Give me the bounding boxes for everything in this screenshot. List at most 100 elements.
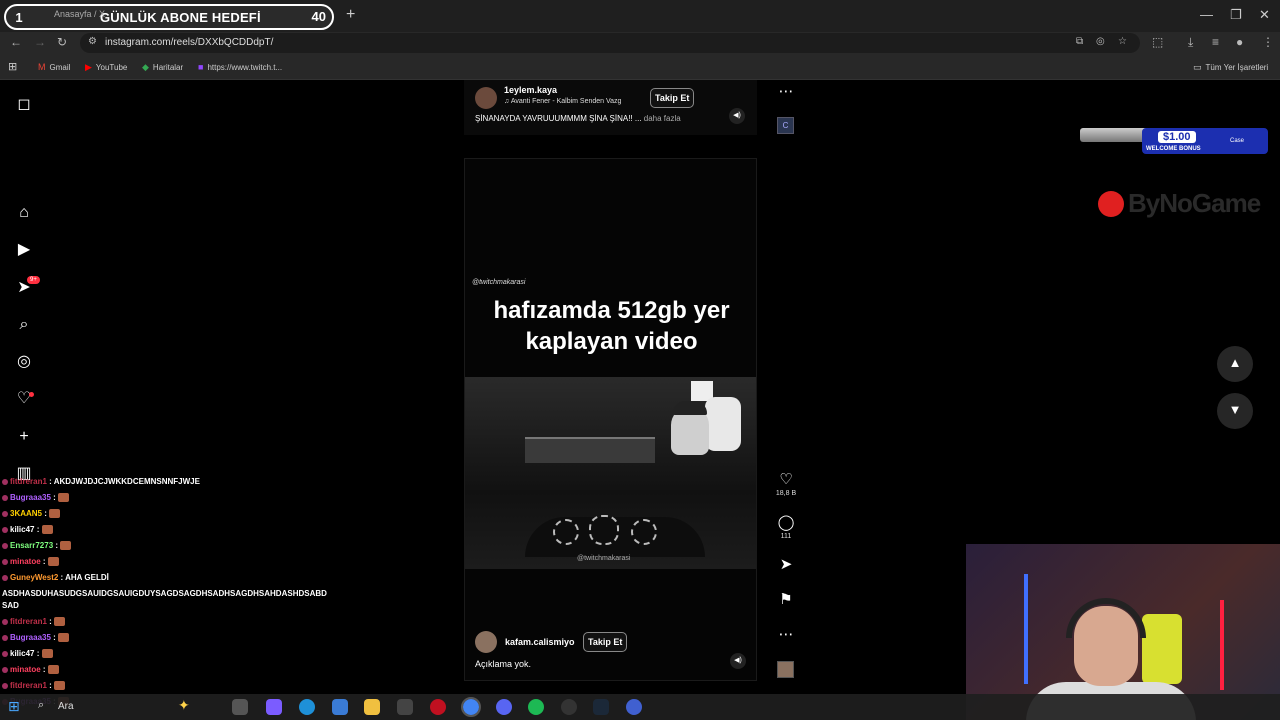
eye-off-icon[interactable]: ◎ (1096, 36, 1105, 47)
all-bookmarks[interactable]: ▭ Tüm Yer İşaretleri (1193, 62, 1268, 73)
chat-separator: : (53, 541, 61, 550)
spotify-icon[interactable] (528, 699, 544, 715)
bookmark-maps[interactable]: ◆ Haritalar (142, 62, 183, 73)
chat-username[interactable]: minatoe (10, 557, 41, 566)
url-text[interactable]: instagram.com/reels/DXXbQCDDdpT/ (105, 37, 273, 48)
chat-username[interactable]: minatoe (10, 665, 41, 674)
restore-icon[interactable]: ❐ (1230, 7, 1242, 23)
prev-reel-username[interactable]: 1eylem.kaya (504, 85, 557, 95)
more-options-icon[interactable]: ⋯ (774, 626, 798, 644)
chat-separator: : (40, 557, 48, 566)
avatar[interactable] (475, 87, 497, 109)
chat-username[interactable]: fitdreran1 (10, 681, 47, 690)
chat-username[interactable]: 3KAAN5 (10, 509, 42, 518)
bookmark-youtube[interactable]: ▶ YouTube (85, 62, 127, 73)
discord-icon[interactable] (496, 699, 512, 715)
close-icon[interactable]: ✕ (1259, 7, 1270, 23)
chat-username[interactable]: Bugraaa35 (10, 493, 51, 502)
new-tab-button[interactable]: + (346, 6, 355, 24)
chat-badge-icon (2, 618, 8, 625)
star-icon[interactable]: ☆ (1118, 36, 1127, 47)
create-icon[interactable]: + (14, 427, 34, 447)
like-button[interactable]: ♡ 18,8 B (774, 471, 798, 497)
opera-icon[interactable] (430, 699, 446, 715)
follow-button[interactable]: Takip Et (650, 88, 695, 108)
screen-cast-icon[interactable]: ⧉ (1076, 36, 1083, 47)
instagram-icon[interactable]: ◻ (14, 95, 34, 115)
twitch-icon: ■ (198, 62, 204, 72)
more-options-icon[interactable]: ⋯ (774, 83, 798, 101)
follow-button[interactable]: Takip Et (583, 632, 628, 652)
taskbar-search[interactable]: Ara (58, 701, 74, 712)
minimize-icon[interactable]: — (1200, 7, 1213, 22)
mail-icon[interactable] (332, 699, 348, 715)
file-explorer-icon[interactable] (364, 699, 380, 715)
chat-text: AKDJWJDJCJWKKDCEMNSNNFJWJE (53, 477, 200, 486)
tab-bar: 1 Anasayfa / X GÜNLÜK ABONE HEDEFİ 40 + … (0, 0, 1280, 32)
save-button[interactable]: ⚑ (774, 591, 798, 609)
home-icon[interactable]: ⌂ (14, 203, 34, 223)
chat-username[interactable]: fitdreran1 (10, 477, 47, 486)
chat-username[interactable]: GuneyWest2 (10, 573, 58, 582)
avatar[interactable] (475, 631, 497, 653)
comment-button[interactable]: ◯ 111 (774, 514, 798, 540)
bonus-text: WELCOME BONUS (1146, 146, 1201, 152)
search-icon[interactable]: ⌕ (14, 315, 34, 335)
task-view-icon[interactable] (232, 699, 248, 715)
speaker-icon[interactable]: ◀) (730, 653, 746, 669)
xbox-icon[interactable] (397, 699, 413, 715)
chat-message: GuneyWest2 : AHA GELDİ (2, 570, 332, 586)
reels-icon[interactable]: ▶ (14, 240, 34, 260)
copilot-icon[interactable] (266, 699, 282, 715)
windows-start-icon[interactable]: ⊞ (8, 699, 22, 713)
widgets-icon[interactable]: ✦ (178, 697, 190, 714)
extensions-icon[interactable]: ⬚ (1152, 35, 1163, 49)
chat-username[interactable]: fitdreran1 (10, 617, 47, 626)
previous-reel-button[interactable]: ▲ (1217, 346, 1253, 382)
reel-video[interactable]: @twitchmakarasi hafızamda 512gb yer kapl… (464, 158, 757, 681)
back-icon[interactable]: ← (10, 35, 22, 49)
chat-message: ASDHASDUHASUDGSAUIDGSAUIGDUYSAGDSAGDHSAD… (2, 586, 332, 614)
menu-icon[interactable]: ⋮ (1262, 35, 1274, 49)
explore-icon[interactable]: ◎ (14, 352, 34, 372)
chrome-icon[interactable] (461, 697, 481, 717)
chat-separator: : (34, 649, 42, 658)
download-icon[interactable]: ⤓ (1188, 35, 1193, 50)
chat-username[interactable]: Ensarr7273 (10, 541, 53, 550)
media-icon[interactable]: ≡ (1212, 35, 1219, 49)
sponsor-logo: ByNoGame (1098, 188, 1261, 219)
chat-text: ASDHASDUHASUDGSAUIDGSAUIGDUYSAGDSAGDHSAD… (2, 589, 327, 610)
next-reel-button[interactable]: ▼ (1217, 393, 1253, 429)
reel-overlay-text: hafızamda 512gb yer kaplayan video (493, 297, 730, 355)
url-bar[interactable]: ⚙ instagram.com/reels/DXXbQCDDdpT/ ⧉ ◎ ☆ (80, 33, 1140, 53)
reload-icon[interactable]: ↻ (57, 35, 67, 49)
bookmark-gmail[interactable]: M Gmail (38, 62, 70, 72)
chat-username[interactable]: Bugraaa35 (10, 633, 51, 642)
chat-username[interactable]: kilic47 (10, 649, 34, 658)
emote-icon (49, 509, 61, 519)
audio-thumbnail[interactable] (777, 661, 794, 678)
chat-username[interactable]: kilic47 (10, 525, 34, 534)
prev-reel-song[interactable]: ♫ Avanti Fener - Kalbim Senden Vazg (504, 98, 621, 105)
search-icon[interactable]: ⌕ (38, 699, 44, 712)
taskbar: ⊞ ⌕ Ara ✦ (0, 694, 1280, 720)
steam-icon[interactable] (593, 699, 609, 715)
site-info-icon[interactable]: ⚙ (88, 36, 97, 47)
speaker-icon[interactable]: ◀) (729, 108, 745, 124)
activity-dot (29, 392, 34, 397)
chat-badge-icon (2, 510, 8, 517)
apps-icon[interactable]: ⊞ (8, 60, 17, 73)
chat-separator: : (46, 477, 54, 486)
tab-title[interactable]: Anasayfa / X (54, 9, 105, 19)
audio-thumbnail[interactable]: C (777, 117, 794, 134)
reel-description: Açıklama yok. (475, 659, 532, 669)
bookmark-twitch[interactable]: ■ https://www.twitch.t... (198, 62, 282, 72)
profile-icon[interactable]: ● (1236, 35, 1243, 49)
chat-separator: : (40, 665, 48, 674)
edge-icon[interactable] (299, 699, 315, 715)
app-icon[interactable] (626, 699, 642, 715)
obs-icon[interactable] (561, 699, 577, 715)
forward-icon[interactable]: → (34, 35, 46, 49)
share-button[interactable]: ➤ (774, 556, 798, 574)
reel-author[interactable]: kafam.calismiyo (505, 637, 575, 647)
